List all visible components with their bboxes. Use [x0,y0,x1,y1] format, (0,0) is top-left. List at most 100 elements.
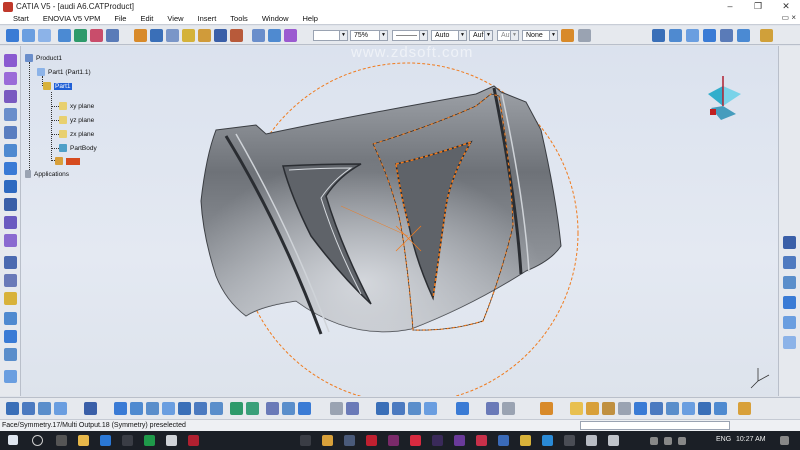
paste-icon[interactable] [666,402,679,415]
offset-icon[interactable] [230,29,243,42]
grid-icon[interactable] [669,29,682,42]
remove-face-icon[interactable] [783,336,796,349]
tree-node-geometrical-set[interactable] [55,157,80,165]
app-icon-9[interactable] [322,435,333,446]
clock[interactable]: 10:27 AM [736,436,766,443]
front-view-icon[interactable] [194,402,207,415]
cut-icon[interactable] [634,402,647,415]
point-icon[interactable] [4,292,17,305]
zoom-out-icon[interactable] [146,402,159,415]
tree-node-part-instance[interactable]: Part1 (Part1.1) [37,68,91,76]
save-icon[interactable] [602,402,615,415]
paint-brush-icon[interactable] [540,402,553,415]
remove-loft-icon[interactable] [4,234,17,247]
distance-icon[interactable] [720,29,733,42]
groove-icon[interactable] [4,126,17,139]
app-icon-12[interactable] [388,435,399,446]
clearance-icon[interactable] [737,29,750,42]
layer-select[interactable]: Auf ▼ [469,30,493,41]
formula-icon[interactable] [330,402,343,415]
edge-icon[interactable] [100,435,111,446]
pan-icon[interactable] [38,402,51,415]
tools-icon[interactable] [760,29,773,42]
color-select[interactable]: Auto ▼ [431,30,467,41]
compass-icon[interactable] [708,76,741,120]
app-icon-10[interactable] [344,435,355,446]
menu-enovia[interactable]: ENOVIA V5 VPM [36,14,108,23]
menu-file[interactable]: File [107,14,133,23]
format-painter-icon[interactable] [578,29,591,42]
app-icon-16[interactable] [476,435,487,446]
adobe-illustrator-icon[interactable] [366,435,377,446]
copy-icon[interactable] [650,402,663,415]
menu-insert[interactable]: Insert [191,14,224,23]
thickness-icon[interactable] [783,296,796,309]
normal-view-icon[interactable] [114,402,127,415]
line-type-select[interactable]: ——— ▼ [392,30,428,41]
tree-node-part[interactable]: Part1 [43,82,72,90]
sphere-icon[interactable] [4,370,17,383]
app-icon-17[interactable] [498,435,509,446]
menu-edit[interactable]: Edit [133,14,160,23]
analysis-icon[interactable] [652,29,665,42]
power-input-field[interactable] [580,421,730,430]
print-icon[interactable] [618,402,631,415]
file-explorer-icon[interactable] [78,435,89,446]
close-button[interactable]: ✕ [772,0,800,13]
document-window-controls[interactable]: ▭ × [782,13,796,22]
thread-icon[interactable] [783,316,796,329]
new-file-icon[interactable] [570,402,583,415]
move-icon[interactable] [150,29,163,42]
constraint-icon[interactable] [182,29,195,42]
tree-node-zx-plane[interactable]: zx plane [59,130,94,138]
pocket-icon[interactable] [4,90,17,103]
filter-select[interactable]: None ▼ [522,30,558,41]
tree-node-applications[interactable]: Applications [25,170,69,178]
zoom-in-icon[interactable] [130,402,143,415]
chamfer-icon[interactable] [783,236,796,249]
tray-chevron-icon[interactable] [650,437,658,445]
part-icon[interactable] [22,29,35,42]
measure-icon[interactable] [686,29,699,42]
windows-start-icon[interactable] [8,435,18,445]
fix-icon[interactable] [198,29,211,42]
3d-viewport[interactable]: www.zdsoft.com Product1 Part1 (Part1.1) … [21,46,778,396]
extrude-icon[interactable] [4,312,17,325]
pad-icon[interactable] [4,72,17,85]
fly-mode-icon[interactable] [6,402,19,415]
rib-icon[interactable] [4,162,17,175]
revolve-icon[interactable] [4,330,17,343]
product-icon[interactable] [6,29,19,42]
app-icon-20[interactable] [564,435,575,446]
app-icon-21[interactable] [586,435,597,446]
green-app-icon[interactable] [144,435,155,446]
hole-icon[interactable] [4,144,17,157]
loft-icon[interactable] [4,216,17,229]
network-icon[interactable] [664,437,672,445]
generate-numbering-icon[interactable] [106,29,119,42]
task-view-icon[interactable] [56,435,67,446]
zoom-select[interactable]: 75% ▼ [350,30,388,41]
zoom-area-icon[interactable] [84,402,97,415]
open-file-icon[interactable] [586,402,599,415]
undo-icon[interactable] [502,402,515,415]
tree-node-xy-plane[interactable]: xy plane [59,102,94,110]
replace-component-icon[interactable] [58,29,71,42]
explode-icon[interactable] [268,29,281,42]
stiffener-icon[interactable] [4,198,17,211]
clash-icon[interactable] [284,29,297,42]
view-mode-icon[interactable] [298,402,311,415]
sectioning-icon[interactable] [703,29,716,42]
apply-material-icon[interactable] [408,402,421,415]
measure-between-icon[interactable] [424,402,437,415]
app-icon-15[interactable] [454,435,465,446]
graph-tree-icon[interactable] [74,29,87,42]
shading-icon[interactable] [210,402,223,415]
catalog-icon[interactable] [392,402,405,415]
app-icon-7[interactable] [188,435,199,446]
undo-arrow-icon[interactable] [682,402,695,415]
tree-node-product[interactable]: Product1 [25,54,62,62]
whats-this-icon[interactable] [714,402,727,415]
notification-icon[interactable] [780,436,789,445]
volume-icon[interactable] [678,437,686,445]
